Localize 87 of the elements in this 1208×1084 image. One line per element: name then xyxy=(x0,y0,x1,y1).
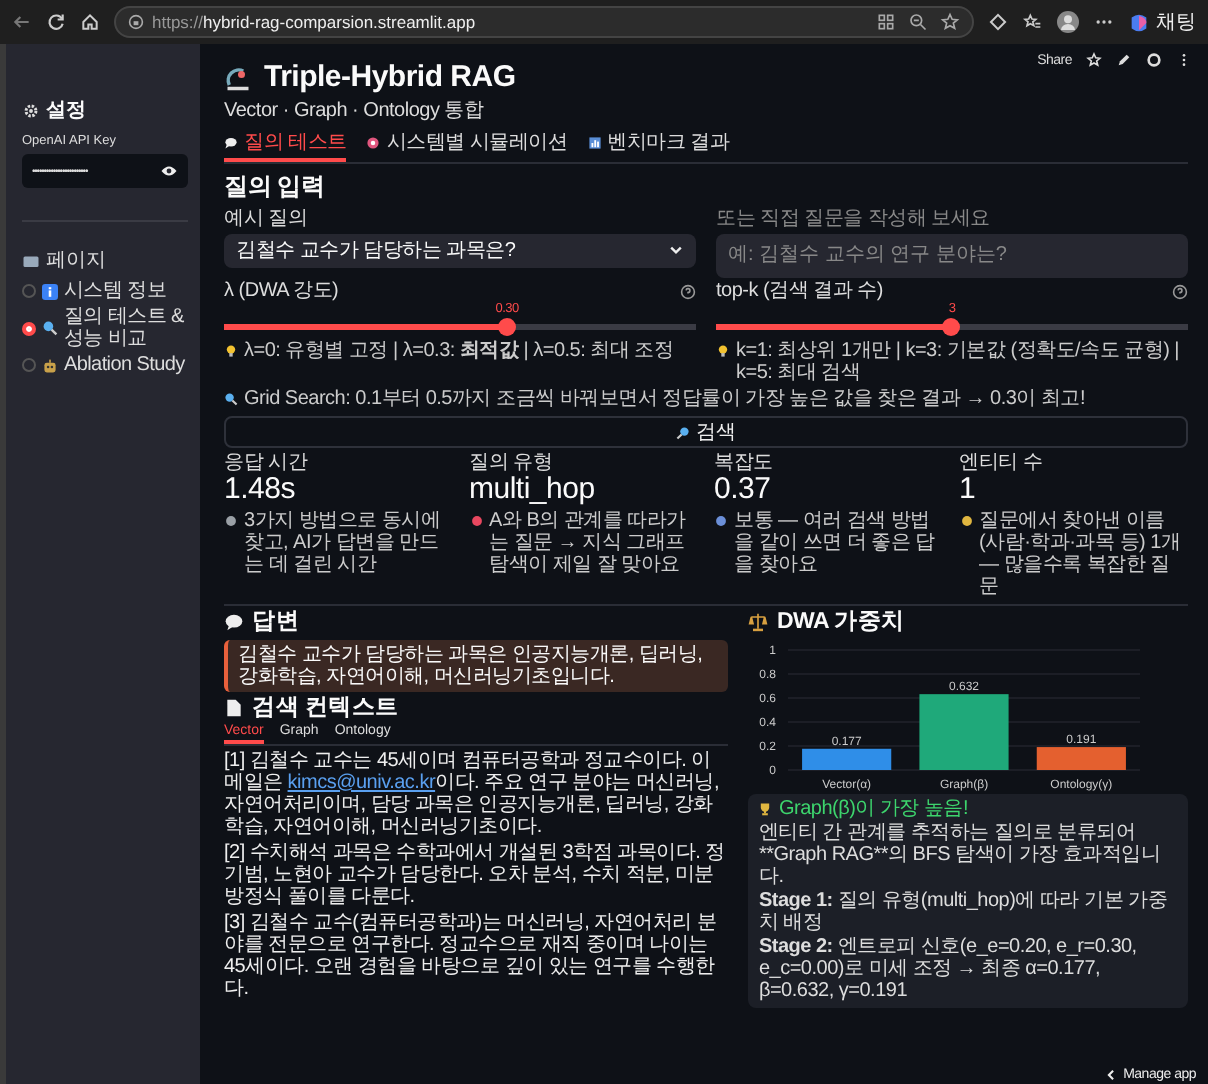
radio-button[interactable] xyxy=(22,284,36,298)
reload-icon[interactable] xyxy=(46,12,66,32)
slider-label: λ (DWA 강도) xyxy=(224,279,339,303)
target-icon xyxy=(366,135,381,150)
search-button[interactable]: 검색 xyxy=(224,416,1188,449)
grid-icon[interactable] xyxy=(876,12,896,32)
url-text: https://hybrid-rag-comparsion.streamlit.app xyxy=(152,12,478,32)
speech-bubble-icon xyxy=(224,135,238,150)
metric-note: 3가지 방법으로 동시에 찾고, AI가 답변을 만드는 데 걸린 시간 xyxy=(244,509,443,576)
tab[interactable]: 시스템별 시뮬레이션 xyxy=(366,128,568,163)
slider-thumb[interactable] xyxy=(942,318,960,337)
chat-button[interactable]: 채팅 xyxy=(1128,8,1196,36)
info-title: Graph(β)이 가장 높음! xyxy=(778,797,969,820)
radio-button[interactable] xyxy=(22,321,36,335)
home-icon[interactable] xyxy=(80,12,100,32)
question-textarea[interactable]: 예: 김철수 교수의 연구 분야는? xyxy=(716,233,1188,278)
hint-text: Grid Search: 0.1부터 0.5까지 조금씩 바꿔보면서 정답률이 가장 높은 값을 찾은 결과 → 0.3이 최고! xyxy=(244,388,1085,411)
document-icon xyxy=(224,698,244,719)
chevron-left-icon xyxy=(1103,1068,1118,1082)
page-radio-option[interactable]: 질의 테스트 & 성능 비교 xyxy=(22,306,188,350)
folder-icon xyxy=(22,251,40,269)
lightbulb-icon xyxy=(224,344,238,359)
scale-icon xyxy=(748,612,769,633)
bar xyxy=(1037,746,1127,770)
robot-icon xyxy=(42,357,58,373)
section-heading: 답변 xyxy=(252,607,299,638)
section-label: 페이지 xyxy=(46,248,106,274)
profile-avatar-icon[interactable] xyxy=(1056,10,1080,34)
speech-bubble-icon xyxy=(224,612,244,633)
metric-label: 질의 유형 xyxy=(469,452,555,475)
address-bar[interactable]: https://hybrid-rag-comparsion.streamlit.app xyxy=(114,6,974,38)
info-icon xyxy=(42,283,58,299)
page-radio-option[interactable]: 시스템 정보 xyxy=(22,280,188,302)
page-radio-option[interactable]: Ablation Study xyxy=(22,354,188,376)
trophy-icon xyxy=(758,801,773,816)
gear-icon xyxy=(22,101,40,119)
context-passage: [2] 수치해석 과목은 수학과에서 개설된 3학점 과목이다. 정기범, 노현아 교수가 담당한다. 오차 분석, 수치 적분, 미분 방정식 풀이를 다룬다. xyxy=(224,841,727,908)
section-heading: 검색 컨텍스트 xyxy=(252,693,399,723)
tab[interactable]: 벤치마크 결과 xyxy=(587,128,730,163)
context-passage: [1] 김철수 교수는 45세이며 컴퓨터공학과 정교수이다. 이메일은 kimcs@univ.ac.kr이다. 주요 연구 분야는 머신러닝, 자연어처리이며, 담당 과목은 인공지능개론, 딥러닝, 강화학습, 자연어이해, 머신러닝기초이다. xyxy=(224,749,721,838)
tab[interactable]: 질의 테스트 xyxy=(224,128,347,163)
answer-text: 김철수 교수가 담당하는 과목은 인공지능개론, 딥러닝, 강화학습, 자연어이해, 머신러닝기초입니다. xyxy=(238,643,703,688)
caret-icon xyxy=(668,242,684,259)
back-icon[interactable] xyxy=(12,12,32,32)
metric-value: 0.37 xyxy=(714,474,773,508)
slider-thumb[interactable] xyxy=(497,318,516,337)
field-label: 예시 질의 xyxy=(224,208,310,232)
metric-note: 보통 — 여러 검색 방법을 같이 쓰면 더 좋은 답을 찾아요 xyxy=(734,509,937,576)
metric-note: A와 B의 관계를 따라가는 질문 → 지식 그래프 탐색이 제일 잘 맞아요 xyxy=(489,509,688,576)
metric-value: 1 xyxy=(959,474,978,508)
favorites-icon[interactable] xyxy=(1022,12,1042,32)
search-icon xyxy=(676,425,690,440)
magnifier-icon xyxy=(42,320,58,336)
section-heading: DWA 가중치 xyxy=(776,607,905,638)
field-label: 또는 직접 질문을 작성해 보세요 xyxy=(716,208,992,232)
section-heading: 질의 입력 xyxy=(224,170,327,205)
copilot-icon xyxy=(1128,11,1150,33)
edit-icon[interactable] xyxy=(1116,52,1132,68)
lock-icon xyxy=(128,14,144,30)
sidebar-title: 설정 xyxy=(46,98,86,124)
metric-label: 엔티티 수 xyxy=(959,452,1045,475)
metric-label: 응답 시간 xyxy=(224,452,310,475)
slider-label: top-k (검색 결과 수) xyxy=(716,279,883,303)
help-icon[interactable] xyxy=(1172,284,1188,300)
metric-label: 복잡도 xyxy=(714,452,775,475)
email-link[interactable]: kimcs@univ.ac.kr xyxy=(287,771,436,794)
zoom-icon[interactable] xyxy=(908,12,928,32)
help-icon[interactable] xyxy=(680,284,696,300)
show-password-icon[interactable] xyxy=(160,162,178,180)
page-title: Triple-Hybrid RAG xyxy=(264,60,516,95)
magnifier-icon xyxy=(224,392,238,407)
example-query-select[interactable]: 김철수 교수가 담당하는 과목은? xyxy=(224,233,696,268)
metric-value: 1.48s xyxy=(224,474,297,508)
hint-text: k=1: 최상위 1개만 | k=3: 기본값 (정확도/속도 균형) | k=5: 최대 검색 xyxy=(736,340,1182,385)
stage-text: Stage 1: 질의 유형(multi_hop)에 따라 기본 가중치 배정 xyxy=(758,889,1170,934)
context-passage: [3] 김철수 교수(컴퓨터공학과)는 머신러닝, 자연어처리 분야를 전문으로 연구한다. 정교수으로 재직 중이며 나이는 45세이다. 오랜 경험을 바탕으로 깊이 있는 연구를 수행한다. xyxy=(224,911,719,1000)
bar xyxy=(920,693,1010,770)
metric-value: multi_hop xyxy=(469,474,597,508)
stage-text: Stage 2: 엔트로피 신호(e_e=0.20, e_r=0.30, e_c=0.00)로 미세 조정 → 최종 α=0.177, β=0.632, γ=0.191 xyxy=(758,935,1139,1002)
page-subtitle: Vector · Graph · Ontology 통합 xyxy=(224,98,486,125)
star-icon[interactable] xyxy=(940,12,960,32)
info-text: 엔티티 간 관계를 추적하는 질의로 분류되어 **Graph RAG**의 BFS 탐색이 가장 효과적입니다. xyxy=(758,821,1163,888)
lightbulb-icon xyxy=(716,344,730,359)
radio-button[interactable] xyxy=(22,358,36,372)
bar xyxy=(803,748,893,770)
hint-text: λ=0: 유형별 고정 | λ=0.3: 최적값 | λ=0.5: 최대 조정 xyxy=(244,340,674,363)
metric-note: 질문에서 찾아낸 이름(사람·학과·과목 등) 1개 — 많을수록 복잡한 질문 xyxy=(979,509,1183,598)
